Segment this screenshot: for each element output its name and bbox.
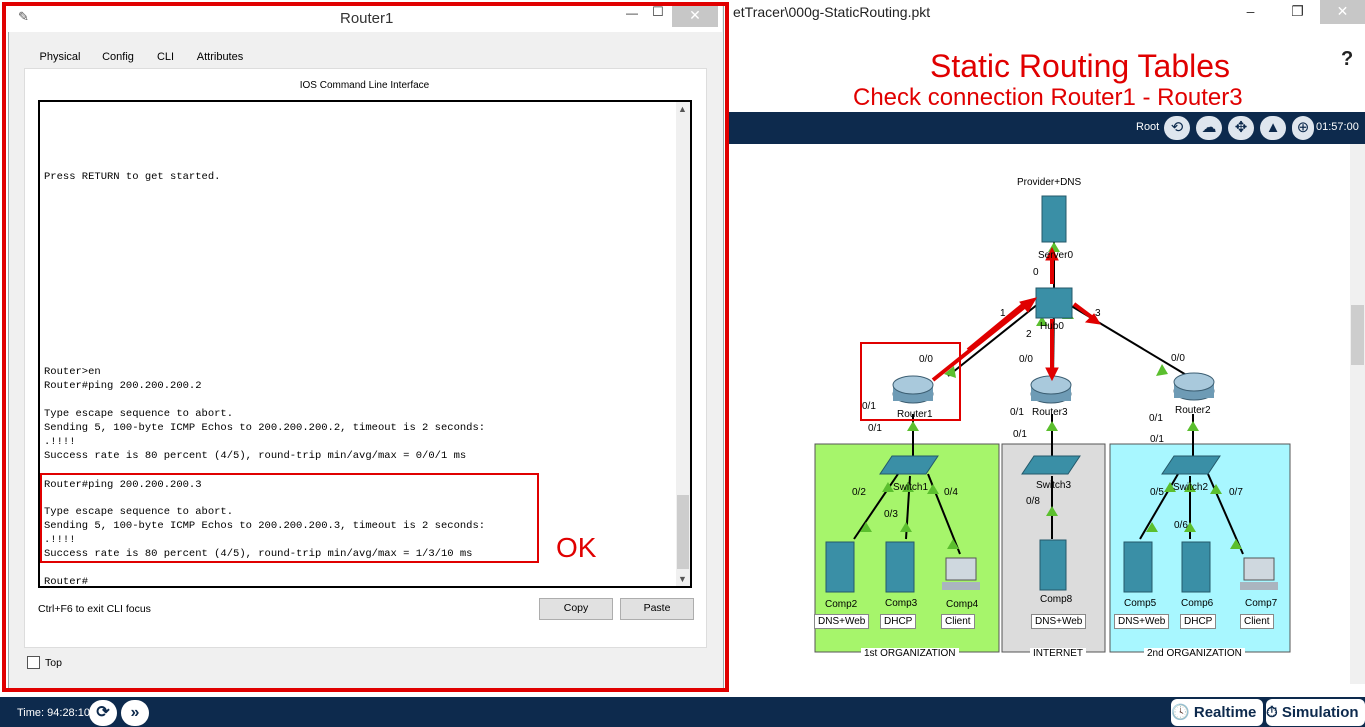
port-label: 0/6 — [1174, 520, 1188, 531]
clock-label: 01:57:00 — [1316, 121, 1359, 133]
comp4-icon — [942, 557, 980, 590]
power-cycle-button[interactable]: ⟳ — [89, 700, 117, 726]
comp2-icon — [825, 541, 855, 593]
comp7-icon — [1240, 557, 1278, 590]
port-label: 0/0 — [1171, 353, 1185, 364]
area-2nd-org-label: 2nd ORGANIZATION — [1144, 648, 1245, 659]
switch1-label: Switch1 — [893, 482, 929, 493]
comp7-label: Comp7 — [1245, 598, 1278, 609]
switch2-label: Switch2 — [1173, 482, 1209, 493]
status-bar — [0, 697, 1365, 727]
port-label: 0/7 — [1229, 487, 1243, 498]
restore-button[interactable]: ❐ — [1275, 0, 1320, 24]
time-label: Time: 94:28:10 — [17, 707, 90, 719]
port-label: 0 — [1033, 267, 1039, 278]
port-label: 0/8 — [1026, 496, 1040, 507]
switch3-label: Switch3 — [1036, 480, 1072, 491]
router3-icon — [1030, 375, 1072, 404]
comp2-role: DNS+Web — [814, 614, 870, 629]
port-label: 1 — [1000, 308, 1006, 319]
comp2-label: Comp2 — [825, 599, 858, 610]
workspace-scrollbar[interactable] — [1350, 144, 1365, 684]
hub0-label: Hub0 — [1040, 321, 1064, 332]
help-icon[interactable]: ? — [1341, 48, 1353, 71]
area-1st-org-label: 1st ORGANIZATION — [861, 648, 959, 659]
cloud-icon[interactable]: ☁ — [1196, 116, 1222, 140]
port-label: 2 — [1026, 329, 1032, 340]
realtime-button[interactable]: 🕓 Realtime — [1171, 699, 1263, 726]
fast-forward-button[interactable]: » — [121, 700, 149, 726]
move-icon[interactable]: ✥ — [1228, 116, 1254, 140]
close-button[interactable]: ✕ — [1320, 0, 1365, 24]
simulation-label: Simulation — [1281, 704, 1359, 721]
dialog-highlight — [2, 2, 729, 692]
port-label: 0/1 — [862, 401, 876, 412]
comp6-icon — [1181, 541, 1211, 593]
hub0-icon — [1035, 287, 1073, 319]
comp5-role: DNS+Web — [1114, 614, 1170, 629]
port-label: 0/3 — [884, 509, 898, 520]
port-label: 0/1 — [1010, 407, 1024, 418]
port-label: 0/5 — [1150, 487, 1164, 498]
port-label: 0/1 — [868, 423, 882, 434]
server0-label: Server0 — [1038, 250, 1074, 261]
comp8-role: DNS+Web — [1031, 614, 1087, 629]
port-label: 0/4 — [944, 487, 958, 498]
clock-icon: 🕓 — [1171, 704, 1190, 721]
comp4-role: Client — [941, 614, 975, 629]
server-top-label: Provider+DNS — [1017, 177, 1082, 188]
port-label: 0/1 — [1150, 434, 1164, 445]
workspace-scroll-thumb[interactable] — [1351, 305, 1364, 365]
server0-icon — [1041, 195, 1067, 243]
annotation-subtitle: Check connection Router1 - Router3 — [853, 84, 1243, 111]
router2-label: Router2 — [1175, 405, 1211, 416]
realtime-label: Realtime — [1193, 704, 1257, 721]
port-label: 0/2 — [852, 487, 866, 498]
comp7-role: Client — [1240, 614, 1274, 629]
router1-label: Router1 — [897, 409, 933, 420]
comp6-label: Comp6 — [1181, 598, 1214, 609]
minimize-button[interactable]: – — [1228, 0, 1273, 24]
router1-icon — [892, 375, 934, 404]
comp6-role: DHCP — [1180, 614, 1217, 629]
comp5-icon — [1123, 541, 1153, 593]
comp8-icon — [1039, 539, 1067, 591]
app-title: etTracer\000g-StaticRouting.pkt — [733, 4, 931, 20]
port-label: 0/0 — [919, 354, 933, 365]
port-label: 3 — [1095, 308, 1101, 319]
annotation-title: Static Routing Tables — [930, 48, 1231, 84]
simulation-button[interactable]: ⏱ Simulation — [1266, 699, 1365, 726]
router2-icon — [1173, 372, 1215, 401]
network-icon[interactable]: ⊕ — [1292, 116, 1314, 140]
router3-label: Router3 — [1032, 407, 1068, 418]
port-label: 0/0 — [1019, 354, 1033, 365]
stopwatch-icon: ⏱ — [1266, 704, 1278, 721]
comp3-role: DHCP — [880, 614, 917, 629]
area-internet-label: INTERNET — [1030, 648, 1086, 659]
comp5-label: Comp5 — [1124, 598, 1157, 609]
root-label[interactable]: Root — [1136, 121, 1159, 133]
background-icon[interactable]: ▲ — [1260, 116, 1286, 140]
port-label: 0/1 — [1149, 413, 1163, 424]
comp3-label: Comp3 — [885, 598, 918, 609]
back-icon[interactable]: ⟲ — [1164, 116, 1190, 140]
comp4-label: Comp4 — [946, 599, 979, 610]
comp8-label: Comp8 — [1040, 594, 1073, 605]
comp3-icon — [885, 541, 915, 593]
port-label: 0/1 — [1013, 429, 1027, 440]
